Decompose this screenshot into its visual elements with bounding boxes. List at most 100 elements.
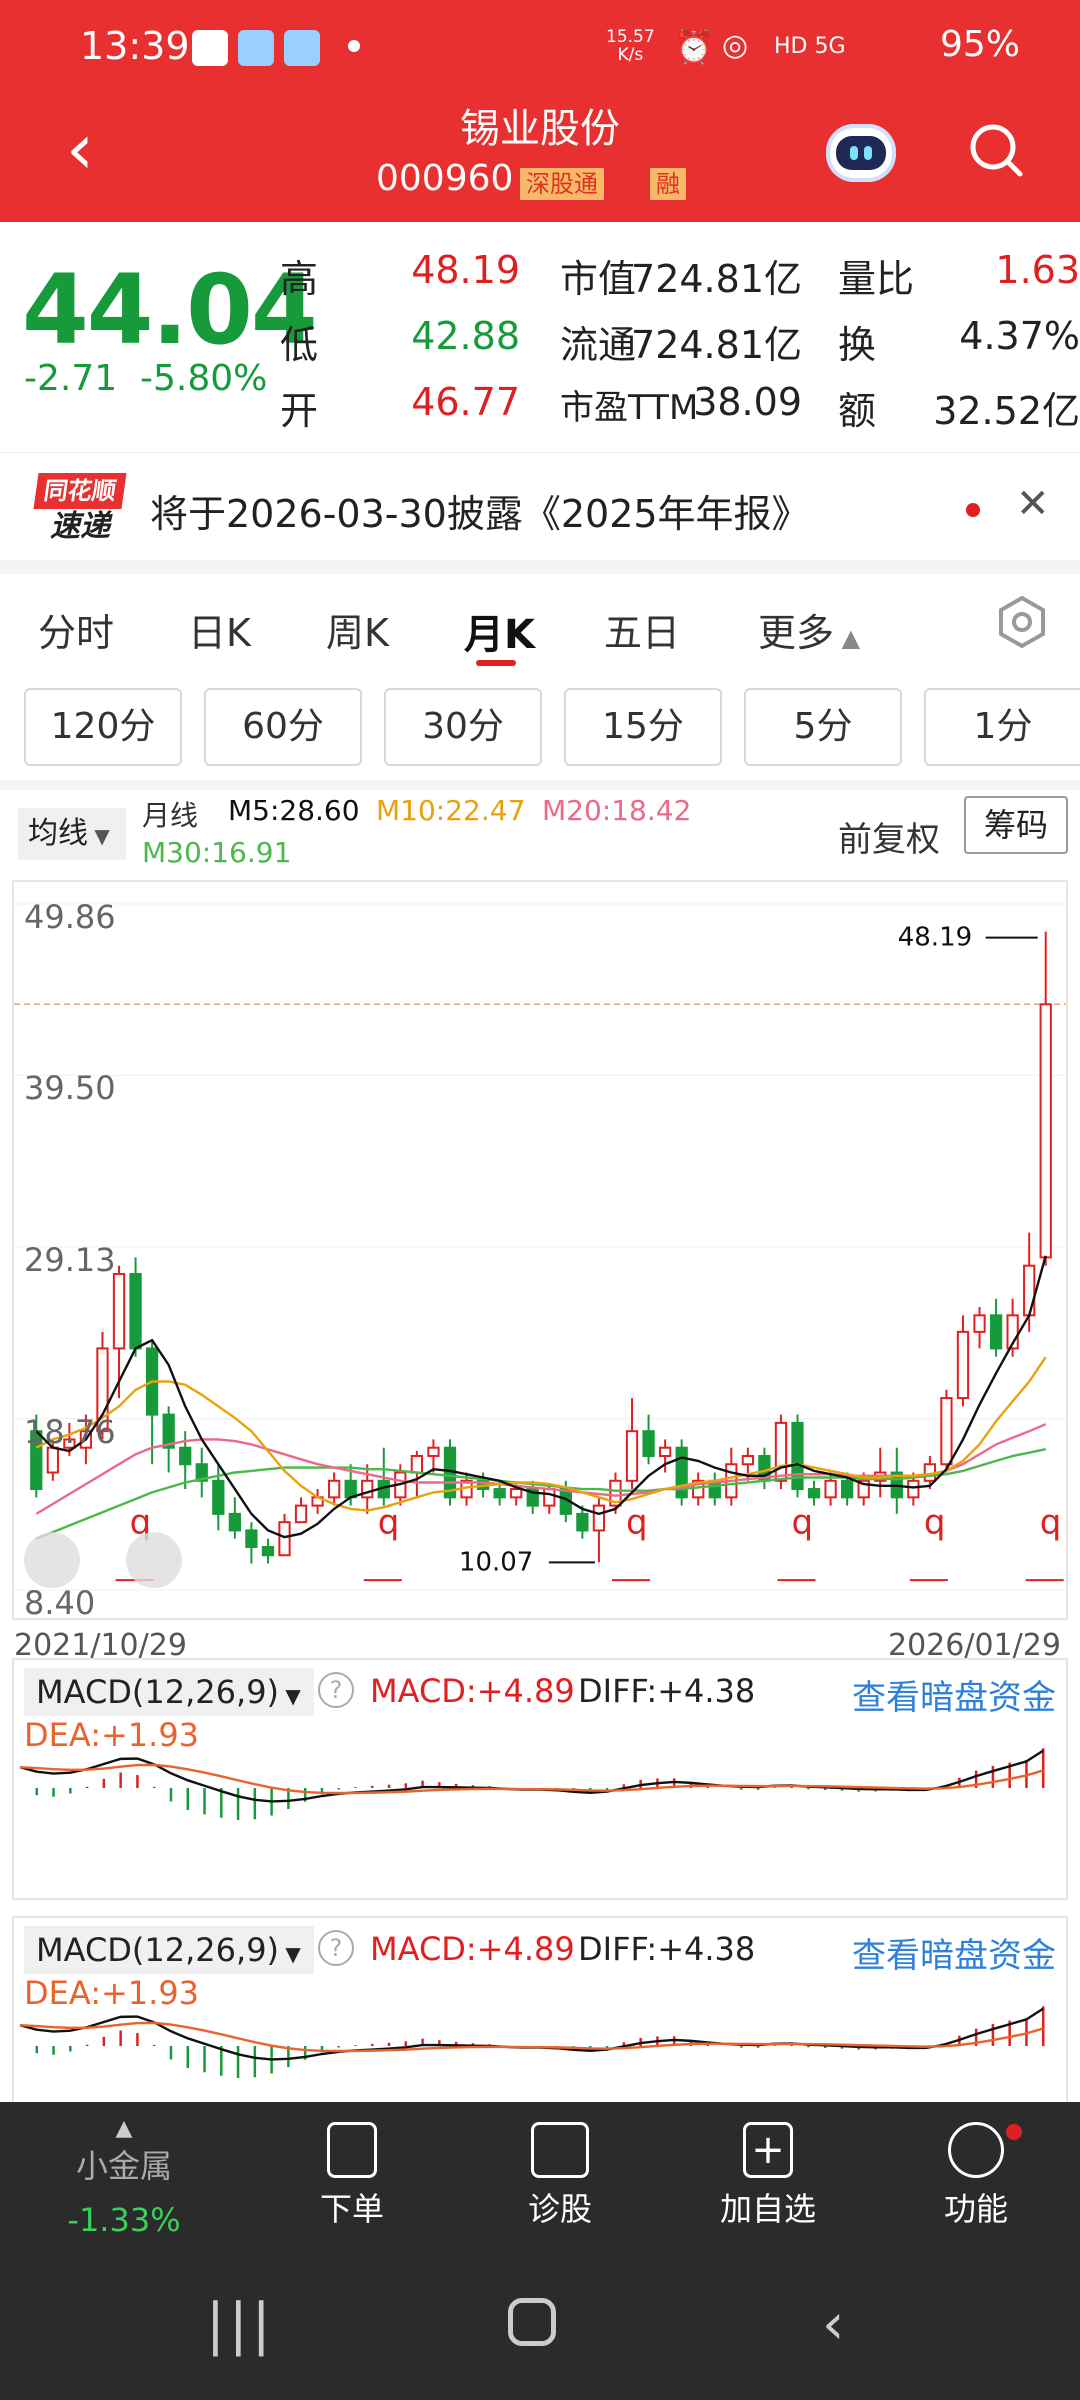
max-price-label: 48.19 (898, 923, 972, 953)
function-button[interactable]: 功能 (896, 2122, 1056, 2230)
macd-panel: MACD(12,26,9) ▼ ? MACD:+4.89 DIFF:+4.38 … (12, 1658, 1068, 1900)
y-tick-label: 49.86 (24, 898, 116, 936)
candle-body (807, 1488, 821, 1499)
candle-body (361, 1479, 374, 1499)
candle-body (245, 1529, 258, 1548)
app-notify-icon (238, 30, 274, 66)
candle-body (658, 1446, 672, 1457)
stock-name: 锡业股份 (460, 106, 620, 152)
volratio-label: 量比 (838, 257, 915, 301)
candle-body (973, 1314, 986, 1333)
recent-apps-icon[interactable]: ||| (206, 2292, 275, 2357)
app-notify-icon-2 (284, 30, 320, 66)
tab-more[interactable]: 更多 ▲ (758, 602, 860, 657)
candle-body (278, 1521, 291, 1557)
period-60min[interactable]: 60分 (204, 688, 362, 766)
expand-left-icon (24, 1532, 80, 1589)
candle-body (510, 1488, 523, 1499)
kline-chart[interactable]: 48.1910.07q q q q q q (12, 880, 1068, 1620)
order-button[interactable]: 下单 (272, 2122, 432, 2230)
tab-monthly-k[interactable]: 月K (464, 602, 535, 660)
y-tick-label: 18.76 (24, 1412, 116, 1451)
candle-body (956, 1330, 970, 1400)
turnover-value: 4.37% (959, 314, 1080, 358)
y-tick-label: 39.50 (24, 1069, 116, 1108)
macd-chart (19, 1748, 1045, 1820)
candle-body (940, 1397, 953, 1466)
q-marker: q (626, 1503, 648, 1543)
home-icon[interactable] (508, 2298, 556, 2346)
unread-dot (966, 503, 980, 517)
amount-label: 额 (838, 389, 877, 433)
adjust-mode[interactable]: 前复权 (838, 812, 940, 861)
tab-weekly-k[interactable]: 周K (326, 602, 389, 657)
indicator-select[interactable]: 均线 ▼ (18, 808, 126, 860)
candle-body (989, 1314, 1003, 1350)
quote-panel: 44.04 -2.71 -5.80% 高 48.19 市值 724.81亿 量比… (0, 222, 1080, 452)
robot-assistant-icon[interactable] (826, 124, 896, 182)
diagnose-icon (531, 2122, 589, 2178)
candle-body (129, 1272, 142, 1350)
stock-header: ‹ 锡业股份 000960 深股通 融 (0, 96, 1080, 222)
menu-circle-icon (948, 2122, 1004, 2178)
mktcap-value: 724.81亿 (631, 257, 802, 301)
period-120min[interactable]: 120分 (24, 688, 182, 766)
sector-indicator[interactable]: ▲ 小金属 -1.33% (44, 2116, 204, 2239)
candle-body (212, 1479, 225, 1515)
candle-body (1039, 1003, 1052, 1259)
active-tab-indicator (476, 660, 516, 666)
ths-express-logo: 同花顺 速递 (33, 473, 127, 545)
open-value: 46.77 (411, 380, 520, 424)
volratio-value: 1.63 (995, 248, 1080, 292)
high-value: 48.19 (411, 248, 520, 292)
q-marker: q (792, 1503, 814, 1543)
candle-body (907, 1479, 920, 1499)
period-1min[interactable]: 1分 (924, 688, 1080, 766)
ma-period-label: 月线 (142, 799, 199, 832)
ma10-value: M10:22.47 (376, 794, 526, 827)
turnover-label: 换 (838, 323, 877, 367)
tab-five-day[interactable]: 五日 (604, 602, 680, 657)
network-type: HD 5G (774, 34, 846, 59)
diagnose-button[interactable]: 诊股 (480, 2122, 640, 2230)
float-value: 724.81亿 (631, 323, 802, 367)
battery-level: 95% (939, 24, 1020, 65)
tab-daily-k[interactable]: 日K (188, 602, 251, 657)
candle-body (543, 1488, 556, 1507)
candle-body (824, 1479, 837, 1499)
system-nav-bar: ||| ‹ (0, 2242, 1080, 2400)
notice-text[interactable]: 将于2026-03-30披露《2025年年报》 (150, 483, 810, 538)
low-label: 低 (280, 323, 319, 367)
chip-distribution-button[interactable]: 筹码 (964, 796, 1068, 854)
candle-body (179, 1446, 192, 1466)
search-icon[interactable] (966, 120, 1026, 180)
close-icon[interactable]: ✕ (1016, 481, 1050, 527)
candle-body (576, 1512, 589, 1532)
settings-hexagon-icon[interactable] (994, 594, 1050, 650)
candle-body (791, 1421, 804, 1491)
margin-badge: 融 (650, 168, 686, 200)
fullscreen-icon (126, 1532, 182, 1589)
candle-body (410, 1454, 424, 1474)
sgt-badge: 深股通 (520, 168, 604, 200)
net-speed: 15.57 K/s (606, 27, 655, 65)
current-price: 44.04 (22, 254, 318, 366)
float-label: 流通 (560, 323, 637, 367)
divider (0, 560, 1080, 574)
candle-body (592, 1504, 606, 1532)
period-30min[interactable]: 30分 (384, 688, 542, 766)
dea-line (19, 1763, 1044, 1795)
macd-panel-2: MACD(12,26,9) ▼ ? MACD:+4.89 DIFF:+4.38 … (12, 1916, 1068, 2106)
tab-timeshare[interactable]: 分时 (38, 602, 114, 657)
status-bar: 13:39 15.57 K/s ⏰ ◎ HD 5G 95% (0, 0, 1080, 96)
alarm-icon: ⏰ (674, 28, 714, 66)
pe-value: 38.09 (693, 380, 802, 424)
candle-body (841, 1479, 854, 1499)
notice-bar[interactable]: 同花顺 速递 将于2026-03-30披露《2025年年报》 ✕ (0, 452, 1080, 560)
add-watchlist-button[interactable]: + 加自选 (688, 2122, 848, 2230)
period-5min[interactable]: 5分 (744, 688, 902, 766)
candle-body (46, 1446, 59, 1474)
candle-body (228, 1512, 241, 1532)
period-15min[interactable]: 15分 (564, 688, 722, 766)
back-nav-icon[interactable]: ‹ (822, 2292, 844, 2357)
